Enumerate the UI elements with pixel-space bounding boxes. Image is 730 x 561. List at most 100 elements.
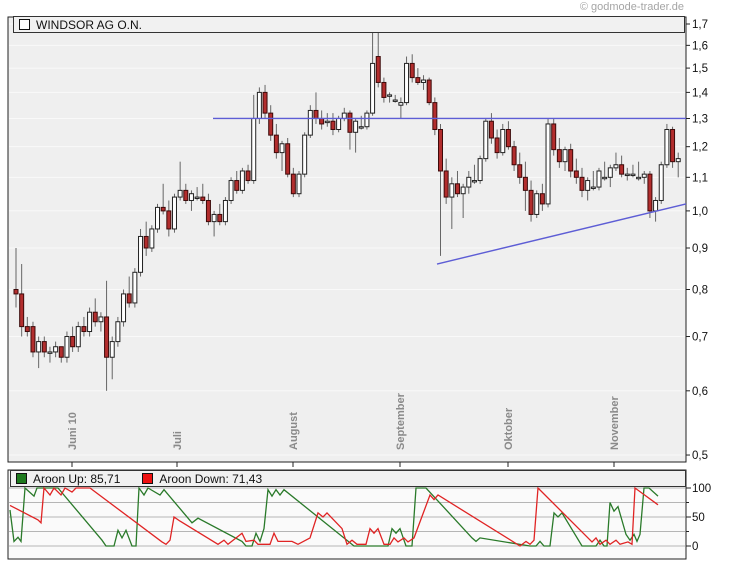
- candle: [166, 210, 172, 230]
- candle: [222, 199, 228, 223]
- candle: [466, 176, 472, 188]
- candle: [324, 120, 330, 124]
- candle: [302, 134, 308, 175]
- candle: [24, 326, 30, 333]
- candle: [409, 62, 415, 79]
- candle: [630, 173, 636, 177]
- candle: [268, 112, 274, 136]
- y-axis-label: 1,6: [692, 40, 708, 52]
- y-axis-label: 1,2: [692, 142, 708, 154]
- x-axis-month-label: September: [395, 392, 407, 450]
- candle: [381, 81, 387, 98]
- candle: [358, 126, 364, 129]
- candle: [562, 149, 568, 163]
- candle: [500, 128, 506, 154]
- candle: [398, 102, 404, 106]
- candle: [556, 149, 562, 163]
- candle: [443, 170, 449, 198]
- y-axis-label: 0,5: [692, 450, 708, 462]
- candle: [573, 170, 579, 178]
- candle: [613, 164, 619, 169]
- candle: [511, 146, 517, 166]
- y-axis-label: 0,7: [692, 332, 708, 344]
- series-label: WINDSOR AG O.N.: [36, 17, 143, 32]
- y-axis-label: 1,1: [692, 172, 708, 184]
- candle: [47, 351, 53, 354]
- candle: [234, 180, 240, 191]
- candle: [670, 128, 676, 163]
- y-axis-label: 1,5: [692, 63, 708, 75]
- candle: [205, 199, 211, 223]
- candle: [421, 79, 427, 83]
- candle: [539, 193, 545, 205]
- candle: [675, 158, 681, 163]
- candle: [330, 120, 336, 130]
- candle: [483, 120, 489, 160]
- candle: [200, 196, 206, 201]
- candle: [188, 193, 194, 201]
- candle: [664, 128, 670, 166]
- watermark: © godmode-trader.de: [579, 1, 684, 13]
- candle: [273, 134, 279, 154]
- candle: [126, 293, 132, 304]
- candle: [194, 196, 200, 199]
- candle: [551, 123, 557, 151]
- candle: [171, 196, 177, 230]
- candle: [370, 62, 376, 114]
- candle: [245, 170, 251, 182]
- candle: [70, 336, 76, 348]
- candle: [568, 149, 574, 172]
- candle: [590, 186, 596, 189]
- candle: [522, 176, 528, 191]
- candle: [228, 180, 234, 201]
- aroon-axis-label: 100: [692, 483, 711, 495]
- candle: [262, 91, 268, 114]
- candle: [138, 235, 144, 273]
- x-axis-month-label: Oktober: [503, 407, 515, 450]
- candle: [211, 213, 217, 223]
- candle: [160, 206, 166, 212]
- candle: [477, 158, 483, 182]
- candle: [143, 235, 149, 249]
- candle: [239, 170, 245, 191]
- x-axis-month-label: November: [609, 395, 621, 450]
- y-axis-label: 1,4: [692, 87, 709, 99]
- candle: [256, 91, 262, 119]
- candle: [251, 117, 257, 182]
- candle: [177, 189, 183, 198]
- y-axis-label: 0,6: [692, 386, 708, 398]
- candle: [53, 346, 59, 353]
- candle: [426, 79, 432, 104]
- candle: [121, 293, 127, 323]
- candle: [505, 128, 511, 148]
- aroon-axis-label: 0: [692, 541, 698, 553]
- candle: [285, 143, 291, 175]
- candle: [438, 128, 443, 172]
- candle: [58, 346, 64, 358]
- candle: [132, 271, 138, 304]
- candle: [471, 180, 477, 183]
- aroon-down-label: Aroon Down: 71,43: [159, 471, 263, 486]
- candle: [149, 228, 155, 249]
- x-axis-month-label: August: [288, 412, 300, 450]
- candle: [353, 120, 359, 133]
- aroon-legend: Aroon Up: 85,71 Aroon Down: 71,43: [10, 470, 686, 487]
- candle: [432, 102, 438, 130]
- candle: [64, 336, 70, 358]
- candle: [347, 112, 353, 133]
- y-axis-label: 0,9: [692, 243, 708, 255]
- candle: [658, 164, 664, 201]
- candle: [307, 109, 313, 136]
- aroon-up-label: Aroon Up: 85,71: [33, 471, 121, 486]
- candle: [279, 143, 285, 154]
- candle: [454, 183, 460, 195]
- candle: [387, 94, 393, 97]
- candle: [75, 326, 81, 348]
- candle: [636, 176, 642, 180]
- candle: [155, 206, 160, 230]
- candle: [41, 341, 47, 353]
- candle: [364, 112, 370, 128]
- aroon-down-legend-entry: Aroon Down: 71,43: [142, 472, 262, 486]
- candle: [319, 117, 325, 125]
- candle: [375, 56, 381, 83]
